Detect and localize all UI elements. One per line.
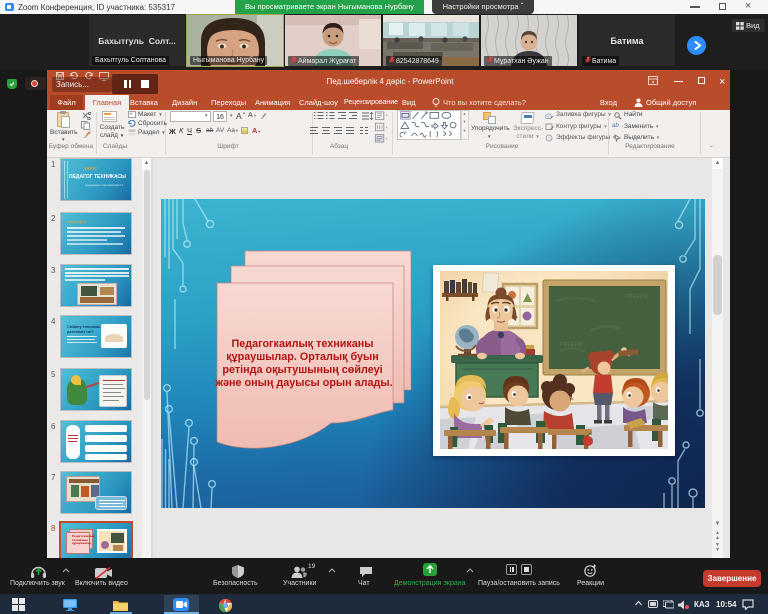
svg-text:FREEPIK: FREEPIK xyxy=(625,294,649,300)
svg-text:Педагогкаилық техниканы: Педагогкаилық техниканы құраушылар. Орта… xyxy=(214,338,392,389)
svg-text:FREEPIK: FREEPIK xyxy=(560,342,584,348)
